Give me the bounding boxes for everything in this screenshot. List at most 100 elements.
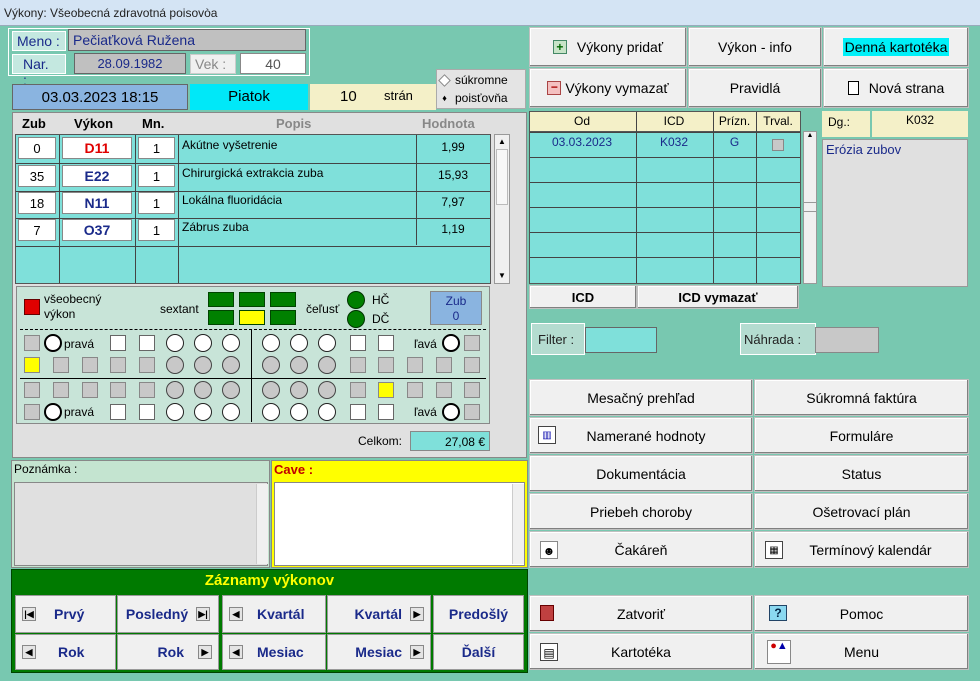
forms-button[interactable]: Formuláre bbox=[754, 417, 969, 454]
icd-scrollbar[interactable]: ▲ bbox=[803, 131, 817, 284]
tooth-square[interactable] bbox=[378, 404, 394, 420]
private-radio[interactable]: súkromne bbox=[438, 72, 524, 88]
tooth-circle[interactable] bbox=[262, 356, 280, 374]
year-prev-button[interactable]: ◀ Rok bbox=[15, 634, 116, 670]
tooth-square[interactable] bbox=[350, 382, 366, 398]
icd-button[interactable]: ICD bbox=[529, 285, 637, 309]
code-cell[interactable]: E22 bbox=[62, 165, 132, 187]
last-record-button[interactable]: Posledný ▶| bbox=[117, 595, 219, 633]
age-field[interactable]: 40 bbox=[240, 53, 306, 74]
sextant-4[interactable] bbox=[208, 310, 234, 325]
qty-cell[interactable]: 1 bbox=[138, 219, 175, 241]
code-cell[interactable]: O37 bbox=[62, 219, 132, 241]
documentation-button[interactable]: Dokumentácia bbox=[529, 455, 753, 492]
tooth-circle[interactable] bbox=[166, 334, 184, 352]
tooth-square[interactable] bbox=[24, 404, 40, 420]
insurance-radio[interactable]: ♦ poisťovňa bbox=[440, 90, 524, 106]
waiting-room-button[interactable]: ☻ Čakáreň bbox=[529, 531, 753, 568]
tooth-square[interactable] bbox=[464, 404, 480, 420]
tooth-circle[interactable] bbox=[194, 381, 212, 399]
tooth-cell[interactable]: 35 bbox=[18, 165, 56, 187]
icd-scroll-thumb[interactable] bbox=[804, 202, 816, 212]
measured-values-button[interactable]: ▥ Namerané hodnoty bbox=[529, 417, 753, 454]
new-page-button[interactable]: Nová strana bbox=[823, 68, 969, 108]
dg-text-field[interactable]: Erózia zubov bbox=[822, 139, 968, 287]
tooth-circle[interactable] bbox=[442, 334, 460, 352]
tooth-square[interactable] bbox=[110, 404, 126, 420]
tooth-circle[interactable] bbox=[318, 381, 336, 399]
icd-row-perm-checkbox[interactable] bbox=[772, 139, 784, 151]
sextant-3[interactable] bbox=[270, 292, 296, 307]
rules-button[interactable]: Pravidlá bbox=[688, 68, 822, 108]
tooth-circle[interactable] bbox=[44, 334, 62, 352]
tooth-circle[interactable] bbox=[194, 356, 212, 374]
add-procedures-button[interactable]: + Výkony pridať bbox=[529, 27, 687, 67]
tooth-square[interactable] bbox=[53, 382, 69, 398]
tooth-circle[interactable] bbox=[222, 356, 240, 374]
tooth-square[interactable] bbox=[464, 382, 480, 398]
help-button[interactable]: ? Pomoc bbox=[754, 595, 969, 632]
previous-button[interactable]: Predošlý bbox=[433, 595, 524, 633]
tooth-square[interactable] bbox=[24, 357, 40, 373]
delete-procedures-button[interactable]: − Výkony vymazať bbox=[529, 68, 687, 108]
tooth-circle[interactable] bbox=[318, 334, 336, 352]
procedures-scrollbar[interactable]: ▲ ▼ bbox=[494, 134, 510, 284]
tooth-square[interactable] bbox=[110, 357, 126, 373]
quarter-next-button[interactable]: Kvartál ▶ bbox=[327, 595, 431, 633]
tooth-square[interactable] bbox=[378, 357, 394, 373]
code-cell[interactable]: N11 bbox=[62, 192, 132, 214]
tooth-circle[interactable] bbox=[194, 334, 212, 352]
tooth-circle[interactable] bbox=[222, 334, 240, 352]
close-button[interactable]: Zatvoriť bbox=[529, 595, 753, 632]
sextant-6[interactable] bbox=[270, 310, 296, 325]
scroll-thumb[interactable] bbox=[496, 149, 508, 205]
cave-scrollbar[interactable] bbox=[512, 484, 524, 564]
tooth-square[interactable] bbox=[378, 382, 394, 398]
note-scrollbar[interactable] bbox=[256, 484, 268, 564]
tooth-square[interactable] bbox=[378, 335, 394, 351]
tooth-square[interactable] bbox=[53, 357, 69, 373]
daily-cardfile-button[interactable]: Denná kartotéka bbox=[823, 27, 969, 67]
tooth-square[interactable] bbox=[350, 404, 366, 420]
tooth-square[interactable] bbox=[139, 404, 155, 420]
icd-scroll-up-icon[interactable]: ▲ bbox=[804, 132, 816, 139]
tooth-circle[interactable] bbox=[44, 403, 62, 421]
lower-jaw-toggle[interactable] bbox=[347, 310, 365, 328]
tooth-cell[interactable]: 18 bbox=[18, 192, 56, 214]
procedure-info-button[interactable]: Výkon - info bbox=[688, 27, 822, 67]
tooth-square[interactable] bbox=[350, 335, 366, 351]
qty-cell[interactable]: 1 bbox=[138, 137, 175, 159]
next-button[interactable]: Ďalší bbox=[433, 634, 524, 670]
tooth-circle[interactable] bbox=[442, 403, 460, 421]
first-record-button[interactable]: |◀ Prvý bbox=[15, 595, 116, 633]
scroll-up-icon[interactable]: ▲ bbox=[495, 135, 509, 149]
qty-cell[interactable]: 1 bbox=[138, 165, 175, 187]
tooth-circle[interactable] bbox=[194, 403, 212, 421]
tooth-square[interactable] bbox=[110, 382, 126, 398]
main-menu-button[interactable]: ●▲ Menu bbox=[754, 633, 969, 670]
tooth-circle[interactable] bbox=[290, 403, 308, 421]
filter-input[interactable] bbox=[585, 327, 657, 353]
month-prev-button[interactable]: ◀ Mesiac bbox=[222, 634, 326, 670]
disease-course-button[interactable]: Priebeh choroby bbox=[529, 493, 753, 530]
tooth-circle[interactable] bbox=[318, 403, 336, 421]
tooth-square[interactable] bbox=[82, 382, 98, 398]
tooth-square[interactable] bbox=[464, 335, 480, 351]
replace-input[interactable] bbox=[815, 327, 879, 353]
treatment-plan-button[interactable]: Ošetrovací plán bbox=[754, 493, 969, 530]
note-field[interactable] bbox=[14, 482, 268, 566]
name-field[interactable]: Pečiaťková Ružena bbox=[68, 29, 306, 51]
tooth-square[interactable] bbox=[464, 357, 480, 373]
general-procedure-checkbox[interactable] bbox=[24, 299, 40, 315]
status-button[interactable]: Status bbox=[754, 455, 969, 492]
quarter-prev-button[interactable]: ◀ Kvartál bbox=[222, 595, 326, 633]
tooth-circle[interactable] bbox=[166, 381, 184, 399]
tooth-circle[interactable] bbox=[222, 403, 240, 421]
tooth-square[interactable] bbox=[350, 357, 366, 373]
tooth-circle[interactable] bbox=[262, 334, 280, 352]
private-invoice-button[interactable]: Súkromná faktúra bbox=[754, 379, 969, 416]
dob-field[interactable]: 28.09.1982 bbox=[74, 53, 186, 74]
tooth-square[interactable] bbox=[139, 382, 155, 398]
tooth-square[interactable] bbox=[139, 357, 155, 373]
icd-row-icd[interactable]: K032 bbox=[636, 135, 712, 149]
